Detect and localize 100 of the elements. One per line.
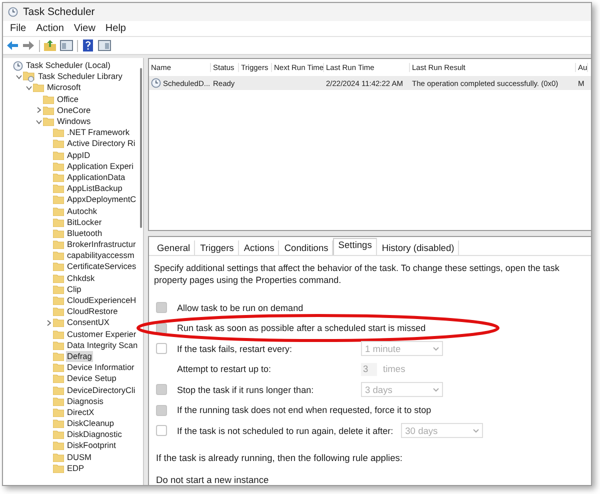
tree-item[interactable]: Active Directory Ri xyxy=(66,138,136,150)
folder-icon xyxy=(43,106,54,115)
tree-item[interactable]: DiskDiagnostic xyxy=(66,429,123,440)
pane-toggle-icon[interactable] xyxy=(98,39,111,52)
folder-icon xyxy=(53,274,64,283)
rule-value: Do not start a new instance xyxy=(156,475,270,485)
checkbox[interactable] xyxy=(156,404,167,416)
tree-item[interactable]: Task Scheduler Library xyxy=(37,71,124,82)
tree-item[interactable]: capabilityaccessm xyxy=(66,250,136,262)
description-text: Specify additional settings that affect the behavior of the task. To change these settings, open the task property pages using the Properties command. xyxy=(154,262,560,286)
folder-icon xyxy=(53,240,64,250)
tree-item[interactable]: CloudExperienceH xyxy=(66,295,138,306)
folder-icon xyxy=(43,94,54,104)
folder-icon xyxy=(53,251,64,260)
option-label: If the running task does not end when requested, force it to stop xyxy=(177,405,432,416)
tree-item[interactable]: BrokerInfrastructur xyxy=(66,239,137,250)
tree-item[interactable]: Task Scheduler (Local) xyxy=(25,60,112,72)
folder-icon xyxy=(53,184,64,194)
folder-icon xyxy=(53,318,64,328)
menu-item[interactable]: View xyxy=(68,23,100,34)
option-label: If the task is not scheduled to run again, delete it after: xyxy=(177,426,394,436)
scrollbar[interactable] xyxy=(140,68,142,228)
folder-icon xyxy=(53,218,64,227)
folder-icon xyxy=(53,307,64,316)
tree-item[interactable]: Customer Experier xyxy=(66,328,138,340)
tree-item[interactable]: Diagnosis xyxy=(66,396,104,407)
tree-item[interactable]: AppListBackup xyxy=(66,183,124,194)
folder-icon xyxy=(53,419,64,428)
tree-item[interactable]: DirectX xyxy=(66,406,96,418)
chevron-down-icon xyxy=(473,428,480,433)
option-label: If the task fails, restart every: xyxy=(177,344,294,354)
chevron-down-icon xyxy=(433,346,439,351)
unit-label: times xyxy=(383,364,406,374)
tree-item[interactable]: OneCore xyxy=(56,104,92,116)
folder-icon xyxy=(53,396,64,406)
tree-item[interactable]: Application Experi xyxy=(66,160,134,172)
tree-item[interactable]: ConsentUX xyxy=(66,317,110,328)
folder-icon xyxy=(53,284,64,294)
tree-item[interactable]: BitLocker xyxy=(66,216,103,228)
tree-item[interactable]: ApplicationData xyxy=(66,172,126,183)
folder-up-icon[interactable] xyxy=(44,39,57,52)
folder-icon xyxy=(53,374,64,384)
folder-icon xyxy=(53,150,64,160)
app-icon xyxy=(8,7,18,17)
menu-item[interactable]: Action xyxy=(31,23,69,34)
menu-item[interactable]: File xyxy=(5,23,32,34)
tree-item[interactable]: DeviceDirectoryCli xyxy=(66,384,136,396)
folder-icon xyxy=(53,363,64,372)
tree-item[interactable]: Device Informatior xyxy=(66,362,136,374)
tab[interactable]: Settings xyxy=(333,238,377,254)
folder-icon xyxy=(53,352,64,361)
folder-icon xyxy=(53,386,64,395)
chevron-down-icon xyxy=(433,388,439,392)
tree-item[interactable]: Bluetooth xyxy=(66,228,104,239)
folder-icon xyxy=(53,296,64,306)
option-label: Allow task to be run on demand xyxy=(177,302,304,313)
tree-item[interactable]: CloudRestore xyxy=(66,306,119,318)
folder-icon xyxy=(53,262,64,272)
tree-item[interactable]: Windows xyxy=(56,116,92,128)
task-clock-icon xyxy=(151,78,161,88)
tree-item[interactable]: CertificateServices xyxy=(66,261,138,272)
folder-icon xyxy=(53,408,64,417)
checkbox[interactable] xyxy=(156,343,167,354)
folder-icon xyxy=(53,430,64,440)
chevron-icon[interactable] xyxy=(46,320,52,326)
back-arrow-icon[interactable] xyxy=(6,39,19,52)
folder-icon xyxy=(53,172,64,182)
checkbox[interactable] xyxy=(156,302,167,314)
tree-item[interactable]: Data Integrity Scan xyxy=(66,340,139,351)
pane-toggle-icon[interactable] xyxy=(60,39,73,52)
tree-item[interactable]: Device Setup xyxy=(66,373,118,384)
clock-icon xyxy=(13,60,23,71)
menu-item[interactable]: Help xyxy=(100,23,131,34)
tree-item[interactable]: AppxDeploymentC xyxy=(66,194,138,206)
tree-item[interactable]: DiskFootprint xyxy=(66,440,117,452)
tree-item[interactable]: EDP xyxy=(66,462,86,474)
tree-item[interactable]: AppID xyxy=(66,150,92,161)
checkbox[interactable] xyxy=(156,384,167,396)
tree-item[interactable]: DiskCleanup xyxy=(66,418,116,430)
tree-item[interactable]: .NET Framework xyxy=(66,127,131,138)
folder-icon xyxy=(53,452,64,462)
folder-icon xyxy=(53,330,64,339)
forward-arrow-icon[interactable] xyxy=(22,39,35,52)
tree-item[interactable]: Microsoft xyxy=(46,82,82,94)
option-label: Run task as soon as possible after a scheduled start is missed xyxy=(177,323,426,334)
rule-label: If the task is already running, then the following rule applies: xyxy=(156,453,404,463)
tree-item[interactable]: Autochk xyxy=(66,206,98,217)
option-label: Stop the task if it runs longer than: xyxy=(177,384,315,395)
tree-item[interactable]: Defrag xyxy=(66,350,93,362)
tree-item[interactable]: Clip xyxy=(66,284,82,295)
help-icon[interactable] xyxy=(82,39,95,52)
tree-item[interactable]: DUSM xyxy=(66,452,92,463)
checkbox[interactable] xyxy=(156,425,167,436)
window-title: Task Scheduler xyxy=(23,6,95,18)
tree-item[interactable]: Office xyxy=(56,94,80,105)
folder-icon xyxy=(53,139,64,148)
tree-item[interactable]: Chkdsk xyxy=(66,272,96,284)
option-label: Attempt to restart up to: xyxy=(177,364,272,374)
folder-icon xyxy=(53,206,64,216)
folder-icon xyxy=(53,195,64,204)
